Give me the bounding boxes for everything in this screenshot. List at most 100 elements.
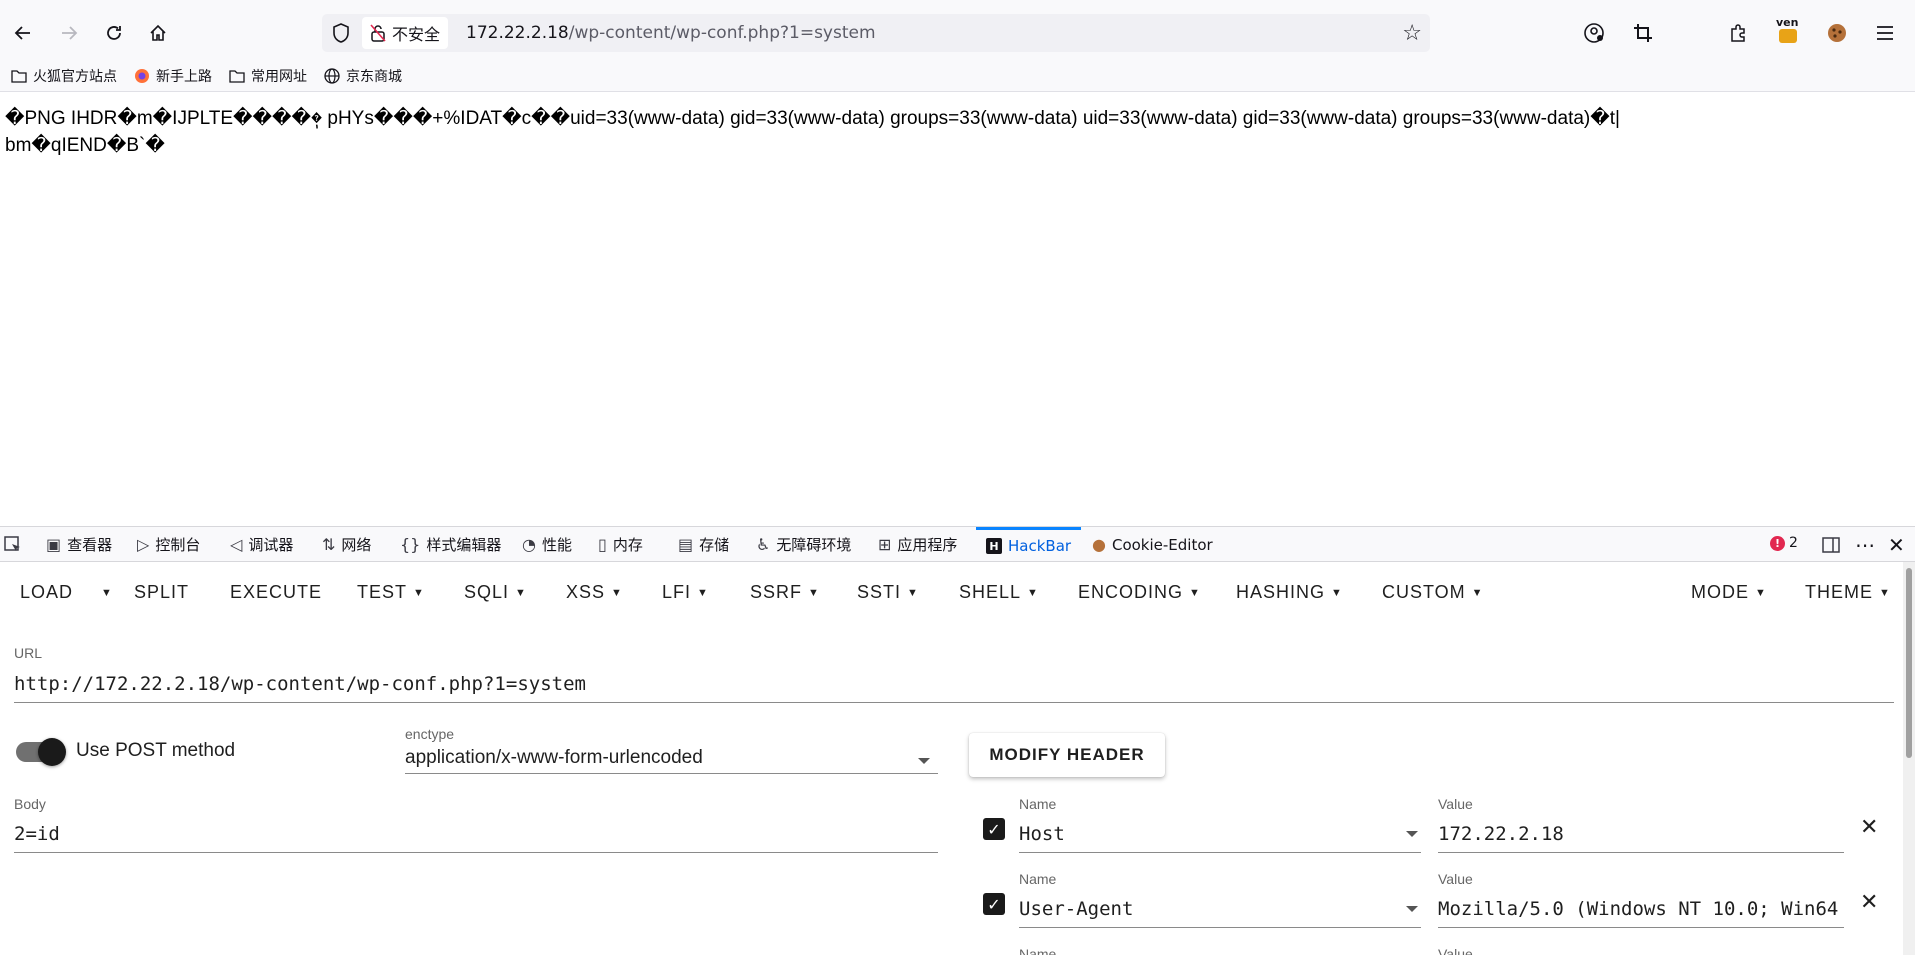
menu-test[interactable]: TEST ▼ xyxy=(357,582,425,603)
close-devtools-icon[interactable]: ✕ xyxy=(1888,527,1905,562)
arrow-left-icon xyxy=(14,26,30,40)
tab-label: Cookie-Editor xyxy=(1111,535,1213,554)
error-count-badge[interactable]: ! 2 xyxy=(1770,535,1798,551)
profile-badge: ven xyxy=(1776,16,1799,29)
forward-button[interactable] xyxy=(52,16,86,50)
screenshot-button[interactable] xyxy=(1626,16,1660,50)
menu-load[interactable]: LOAD xyxy=(20,582,73,603)
tab-hackbar[interactable]: H HackBar xyxy=(976,527,1082,562)
tab-style-editor[interactable]: {} 样式编辑器 xyxy=(400,527,501,562)
grid-icon: ⊞ xyxy=(878,535,892,554)
dropdown-arrow-icon[interactable] xyxy=(1406,906,1418,912)
bookmark-star-icon[interactable]: ☆ xyxy=(1402,21,1422,46)
caret-down-icon: ▼ xyxy=(413,587,425,599)
folder-icon xyxy=(10,68,28,84)
account-button[interactable] xyxy=(1577,16,1611,50)
url-underline xyxy=(14,702,1894,703)
header-name-select[interactable]: Host xyxy=(1019,823,1399,845)
tab-application[interactable]: ⊞ 应用程序 xyxy=(878,527,957,562)
tab-label: 调试器 xyxy=(248,536,294,554)
tab-label: 存储 xyxy=(699,536,730,554)
braces-icon: {} xyxy=(400,535,421,554)
scrollbar-thumb[interactable] xyxy=(1906,568,1912,758)
tab-accessibility[interactable]: ♿ 无障碍环境 xyxy=(756,527,851,562)
tab-network[interactable]: ⇅ 网络 xyxy=(322,527,371,562)
caret-down-icon: ▼ xyxy=(808,587,820,599)
caret-down-icon: ▼ xyxy=(1189,587,1201,599)
address-bar[interactable]: 不安全 172.22.2.18/wp-content/wp-conf.php?1… xyxy=(322,14,1430,52)
bookmark-item[interactable]: 火狐官方站点 xyxy=(10,66,117,86)
insecure-indicator[interactable]: 不安全 xyxy=(362,17,449,49)
header-name-underline xyxy=(1019,852,1421,853)
modify-header-button[interactable]: MODIFY HEADER xyxy=(969,733,1165,777)
hamburger-icon xyxy=(1877,26,1893,40)
header-value-input[interactable]: Mozilla/5.0 (Windows NT 10.0; Win64 xyxy=(1438,898,1844,920)
app-menu-button[interactable] xyxy=(1868,16,1902,50)
crop-icon xyxy=(1634,24,1652,42)
tab-label: 无障碍环境 xyxy=(776,536,852,554)
menu-sqli[interactable]: SQLI ▼ xyxy=(464,582,527,603)
cookie-editor-button[interactable] xyxy=(1820,16,1854,50)
menu-mode[interactable]: MODE ▼ xyxy=(1691,582,1767,603)
home-button[interactable] xyxy=(141,16,175,50)
tab-label: 内存 xyxy=(612,536,643,554)
menu-encoding[interactable]: ENCODING ▼ xyxy=(1078,582,1201,603)
tab-performance[interactable]: ◔ 性能 xyxy=(522,527,572,562)
menu-load-dropdown[interactable]: ▼ xyxy=(95,582,113,603)
tab-debugger[interactable]: ◁ 调试器 xyxy=(230,527,293,562)
header-value-label: Value xyxy=(1438,796,1473,812)
menu-xss[interactable]: XSS ▼ xyxy=(566,582,623,603)
header-value-input[interactable]: 172.22.2.18 xyxy=(1438,823,1844,845)
post-method-toggle[interactable] xyxy=(16,738,66,766)
dock-button[interactable] xyxy=(1822,527,1840,562)
menu-label: SSTI xyxy=(857,582,902,602)
menu-ssrf[interactable]: SSRF ▼ xyxy=(750,582,820,603)
menu-hashing[interactable]: HASHING ▼ xyxy=(1236,582,1343,603)
extensions-button[interactable] xyxy=(1722,16,1756,50)
reload-button[interactable] xyxy=(97,16,131,50)
tab-inspector[interactable]: ▣ 查看器 xyxy=(46,527,112,562)
more-options-icon[interactable]: ⋯ xyxy=(1855,527,1875,562)
header-enabled-checkbox[interactable]: ✓ xyxy=(983,893,1005,915)
menu-execute[interactable]: EXECUTE xyxy=(230,582,322,603)
memory-icon: ▯ xyxy=(598,535,607,554)
enctype-select[interactable]: application/x-www-form-urlencoded xyxy=(405,747,703,769)
shield-icon[interactable] xyxy=(330,22,352,44)
folder-icon xyxy=(228,68,246,84)
cookie-icon: ● xyxy=(1092,535,1106,554)
tab-storage[interactable]: ▤ 存储 xyxy=(678,527,729,562)
dropdown-arrow-icon[interactable] xyxy=(918,758,930,764)
menu-split[interactable]: SPLIT xyxy=(134,582,189,603)
menu-shell[interactable]: SHELL ▼ xyxy=(959,582,1039,603)
body-input[interactable]: 2=id xyxy=(14,823,936,845)
tab-memory[interactable]: ▯ 内存 xyxy=(598,527,643,562)
menu-ssti[interactable]: SSTI ▼ xyxy=(857,582,919,603)
element-picker-button[interactable] xyxy=(4,527,22,562)
menu-lfi[interactable]: LFI ▼ xyxy=(662,582,709,603)
url-text[interactable]: 172.22.2.18/wp-content/wp-conf.php?1=sys… xyxy=(466,23,876,43)
post-method-label: Use POST method xyxy=(76,740,236,761)
hackbar-scrollbar[interactable] xyxy=(1903,562,1915,955)
remove-header-icon[interactable]: ✕ xyxy=(1860,890,1878,915)
menu-custom[interactable]: CUSTOM ▼ xyxy=(1382,582,1484,603)
tab-console[interactable]: ▷ 控制台 xyxy=(137,527,200,562)
hackbar-extension-button[interactable]: ven xyxy=(1771,16,1805,50)
url-host: 172.22.2.18 xyxy=(466,23,569,43)
header-name-select[interactable]: User-Agent xyxy=(1019,898,1399,920)
url-input[interactable]: http://172.22.2.18/wp-content/wp-conf.ph… xyxy=(14,673,1894,695)
caret-down-icon: ▼ xyxy=(1471,587,1484,599)
page-content: �PNG IHDR�m�IJPLTE����ٖ� pHYs���+%IDAT�c… xyxy=(0,93,1915,526)
bookmark-item[interactable]: 常用网址 xyxy=(228,66,307,86)
menu-theme[interactable]: THEME ▼ xyxy=(1805,582,1891,603)
remove-header-icon[interactable]: ✕ xyxy=(1860,815,1878,840)
bookmark-item[interactable]: 京东商城 xyxy=(323,66,402,86)
bookmark-item[interactable]: 新手上路 xyxy=(133,66,212,86)
enctype-underline xyxy=(405,773,938,774)
dropdown-arrow-icon[interactable] xyxy=(1406,831,1418,837)
arrow-right-icon xyxy=(62,26,78,40)
back-button[interactable] xyxy=(6,16,40,50)
tab-cookie-editor[interactable]: ● Cookie-Editor xyxy=(1092,527,1213,562)
error-count: 2 xyxy=(1789,535,1798,551)
hackbar-menubar: LOAD ▼ SPLIT EXECUTE TEST ▼ SQLI ▼ XSS ▼ LF… xyxy=(0,562,1905,624)
header-enabled-checkbox[interactable]: ✓ xyxy=(983,818,1005,840)
